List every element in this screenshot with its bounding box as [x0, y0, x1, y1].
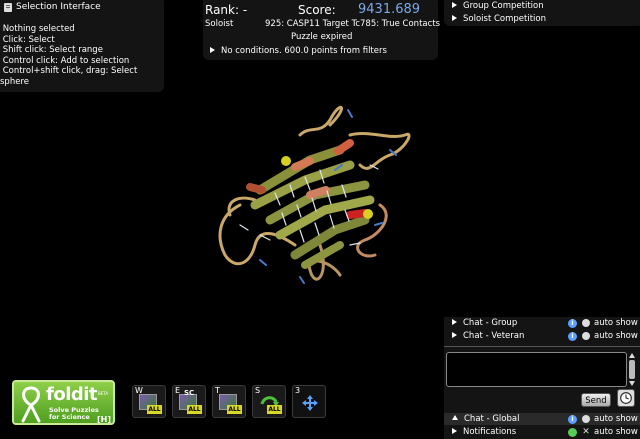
competition-panel: Group Competition Soloist Competition [444, 0, 640, 26]
logo-wordmark: foldit [46, 384, 98, 405]
expand-arrow-icon [452, 15, 457, 21]
expand-arrow-icon [452, 428, 457, 434]
clock-icon[interactable] [617, 389, 635, 407]
auto-show-label[interactable]: auto show [594, 331, 638, 341]
puzzle-title: 925: CASP11 Target Tc785: True Contacts [265, 19, 441, 29]
protein-model [218, 106, 411, 284]
expand-arrow-icon [210, 47, 215, 53]
document-icon [4, 2, 12, 12]
logo-tagline: Solve Puzzles for Science [49, 407, 99, 421]
info-icon[interactable]: i [568, 414, 577, 424]
chat-veteran-label: Chat - Veteran [463, 331, 525, 341]
selection-status: Nothing selected [0, 24, 75, 34]
chat-scrollbar[interactable] [628, 352, 636, 387]
score-value: 9431.689 [358, 2, 421, 17]
status-dot-icon[interactable] [568, 427, 577, 437]
auto-show-label[interactable]: auto show [594, 427, 638, 437]
score-panel: Rank: - Score: 9431.689 Soloist 925: CAS… [203, 0, 441, 60]
all-badge: ALL [187, 405, 202, 414]
wiggle-all-button[interactable]: W ALL [132, 385, 166, 418]
move-arrows-icon [302, 395, 318, 411]
close-icon[interactable]: ✕ [582, 428, 590, 437]
puzzle-status: Puzzle expired [291, 32, 353, 42]
rank-label: Rank: - [205, 3, 248, 17]
auto-show-label[interactable]: auto show [594, 318, 638, 328]
notifications-label: Notifications [463, 427, 517, 437]
collapse-arrow-icon [452, 415, 458, 420]
chat-panel: Chat - Group i auto show Chat - Veteran … [444, 317, 640, 439]
score-label: Score: [298, 3, 336, 17]
mute-toggle-icon[interactable] [582, 332, 590, 340]
help-line: Shift click: Select range [0, 45, 103, 56]
selection-interface-title: Selection Interface [16, 2, 101, 12]
tweak-all-button[interactable]: T ALL [212, 385, 246, 418]
expand-arrow-icon [452, 332, 457, 338]
notifications-row[interactable]: Notifications ✕ auto show [444, 426, 640, 438]
help-line: Control+shift click, drag: Select [0, 66, 138, 77]
mute-toggle-icon[interactable] [582, 319, 590, 327]
expand-arrow-icon [452, 2, 457, 8]
tagline-line: for Science [49, 413, 90, 421]
expand-arrow-icon [452, 319, 457, 325]
chat-message-input[interactable] [446, 352, 627, 387]
conditions-toggle[interactable]: No conditions. 600.0 points from filters [210, 46, 387, 56]
logo-hotkey: [H] [97, 415, 112, 424]
chat-global-row[interactable]: Chat - Global i auto show [444, 413, 640, 425]
mute-toggle-icon[interactable] [582, 415, 590, 423]
move-tool-button[interactable]: 3 [292, 385, 326, 418]
ribbon-icon [21, 386, 41, 423]
auto-show-label[interactable]: auto show [594, 414, 638, 424]
selection-help-text: Nothing selected Click: Select Shift cli… [0, 24, 137, 88]
group-competition-label: Group Competition [463, 1, 544, 11]
help-line: sphere [0, 76, 29, 87]
send-button[interactable]: Send [581, 393, 611, 407]
sidechain-label: SC [184, 389, 195, 397]
soloist-competition-label: Soloist Competition [463, 14, 546, 24]
group-competition-toggle[interactable]: Group Competition [452, 1, 544, 11]
logo-beta: BETA [98, 391, 109, 396]
soloist-competition-toggle[interactable]: Soloist Competition [452, 14, 546, 24]
help-line: Control click: Add to selection [0, 55, 130, 66]
conditions-text: No conditions. 600.0 points from filters [221, 46, 387, 56]
all-badge: ALL [147, 405, 162, 414]
selection-interface-header[interactable]: Selection Interface [4, 2, 101, 12]
shake-all-button[interactable]: S ALL [252, 385, 286, 418]
hotkey-label: 3 [295, 386, 301, 395]
all-badge: ALL [227, 405, 242, 414]
divider [444, 346, 640, 347]
foldit-logo-button[interactable]: foldit BETA Solve Puzzles for Science [H… [12, 380, 115, 425]
chat-group-row[interactable]: Chat - Group i auto show [444, 317, 640, 329]
protein-viewport[interactable] [200, 95, 440, 295]
info-icon[interactable]: i [568, 331, 577, 341]
selection-interface-panel: Selection Interface Nothing selected Cli… [0, 0, 164, 92]
chat-global-label: Chat - Global [464, 414, 520, 424]
shake-sidechains-all-button[interactable]: E SC ALL [172, 385, 206, 418]
chat-group-label: Chat - Group [463, 318, 518, 328]
all-badge: ALL [267, 405, 282, 414]
chat-veteran-row[interactable]: Chat - Veteran i auto show [444, 330, 640, 342]
info-icon[interactable]: i [568, 318, 577, 328]
player-mode: Soloist [205, 19, 234, 29]
help-line: Click: Select [0, 34, 55, 45]
